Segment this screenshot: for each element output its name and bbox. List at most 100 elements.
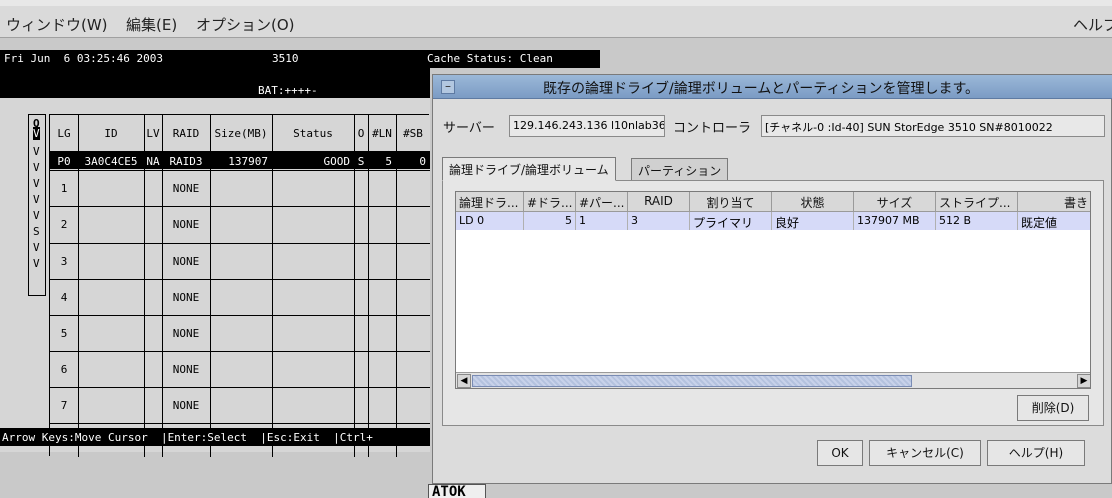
manage-drives-dialog: – 既存の論理ドライブ/論理ボリュームとパーティションを管理します。 サーバー … <box>432 74 1112 484</box>
cell: NONE <box>172 255 200 268</box>
cell: S <box>357 155 365 168</box>
menu-col-char: V <box>33 209 40 222</box>
col-assignment[interactable]: 割り当て <box>690 192 772 212</box>
col-ln: #LN <box>372 127 392 140</box>
menu-edit[interactable]: 編集(E) <box>126 14 177 35</box>
table-cell[interactable]: 512 B <box>936 212 1018 230</box>
drives-table[interactable]: 論理ドラ... #ドラ... #パー... RAID 割り当て 状態 サイズ ス… <box>455 191 1091 389</box>
scroll-thumb[interactable] <box>472 375 912 387</box>
col-sb: #SB <box>403 127 423 140</box>
table-row[interactable]: 6 NONE <box>50 352 430 388</box>
table-row[interactable]: 1 NONE <box>50 171 430 207</box>
terminal-model: 3510 <box>272 52 299 65</box>
menu-col-char: V <box>33 145 40 158</box>
terminal-key-help: Arrow Keys:Move Cursor |Enter:Select |Es… <box>0 428 430 446</box>
logical-drive-table[interactable]: LG ID LV RAID Size(MB) Status O #LN #SB … <box>49 114 430 457</box>
menu-options[interactable]: オプション(O) <box>196 14 295 35</box>
col-drives[interactable]: #ドラ... <box>524 192 576 212</box>
cell: 7 <box>60 399 68 412</box>
menu-col-char: V <box>33 177 40 190</box>
col-state[interactable]: 状態 <box>772 192 854 212</box>
table-cell[interactable]: LD 0 <box>456 212 524 230</box>
menu-col-char: V <box>33 257 40 270</box>
menu-help[interactable]: ヘルプ <box>1073 14 1112 35</box>
cell: 2 <box>60 218 68 231</box>
col-lv: LV <box>146 127 160 140</box>
col-o: O <box>357 127 365 140</box>
cell: 5 <box>60 327 68 340</box>
cell: NA <box>146 155 160 168</box>
table-cell[interactable]: 5 <box>524 212 576 230</box>
table-cell[interactable]: プライマリ <box>690 212 772 230</box>
terminal-menu-column[interactable]: Q V V V V V V S V V <box>28 114 46 296</box>
cell: 1 <box>60 182 68 195</box>
tab-logical-drives[interactable]: 論理ドライブ/論理ボリューム <box>442 157 616 181</box>
menu-col-char: V <box>33 241 40 254</box>
controller-label: コントローラ <box>673 121 752 136</box>
cell: NONE <box>172 182 200 195</box>
col-status: Status <box>293 127 333 140</box>
server-label: サーバー <box>443 121 495 136</box>
controller-field: [チャネル-0 :Id-40] SUN StorEdge 3510 SN#801… <box>761 115 1105 137</box>
dialog-titlebar[interactable]: – 既存の論理ドライブ/論理ボリュームとパーティションを管理します。 <box>433 75 1112 99</box>
col-lg: LG <box>57 127 71 140</box>
scroll-left-icon[interactable]: ◀ <box>457 374 471 388</box>
menu-window[interactable]: ウィンドウ(W) <box>6 14 108 35</box>
cache-status: Cache Status: Clean <box>425 50 600 68</box>
table-row[interactable]: 4 NONE <box>50 280 430 316</box>
terminal-date: Fri Jun 6 03:25:46 2003 <box>4 52 163 65</box>
terminal-battery: BAT:++++- <box>258 84 318 97</box>
ime-indicator[interactable]: ATOK <box>428 484 486 498</box>
cell: NONE <box>172 327 200 340</box>
ok-button[interactable]: OK <box>817 440 863 466</box>
cell: 3 <box>60 255 68 268</box>
cell: NONE <box>172 399 200 412</box>
col-raid: RAID <box>172 127 200 140</box>
cell: NONE <box>172 363 200 376</box>
tab-panel: 論理ドラ... #ドラ... #パー... RAID 割り当て 状態 サイズ ス… <box>442 180 1104 426</box>
col-size[interactable]: サイズ <box>854 192 936 212</box>
col-write[interactable]: 書き <box>1018 192 1090 212</box>
terminal-window: Fri Jun 6 03:25:46 2003 3510 BAT:++++- Q… <box>0 50 430 457</box>
cell: 0 <box>419 155 426 168</box>
cell: 6 <box>60 363 68 376</box>
table-cell[interactable]: 既定値 <box>1018 212 1090 230</box>
tab-partitions[interactable]: パーティション <box>631 158 729 180</box>
cell: 4 <box>60 291 68 304</box>
cancel-button[interactable]: キャンセル(C) <box>869 440 981 466</box>
dialog-title: 既存の論理ドライブ/論理ボリュームとパーティションを管理します。 <box>543 81 980 97</box>
scroll-right-icon[interactable]: ▶ <box>1077 374 1090 388</box>
menubar: ウィンドウ(W) 編集(E) オプション(O) ヘルプ <box>0 0 1112 38</box>
cell: P0 <box>57 155 71 168</box>
col-partitions[interactable]: #パー... <box>576 192 628 212</box>
table-row[interactable]: 7 NONE <box>50 388 430 424</box>
desktop: ウィンドウ(W) 編集(E) オプション(O) ヘルプ Fri Jun 6 03… <box>0 0 1112 498</box>
table-row[interactable]: 5 NONE <box>50 316 430 352</box>
cell: NONE <box>172 291 200 304</box>
cell: 3A0C4CE5 <box>84 155 138 168</box>
server-field: 129.146.243.136 l10nlab36 <box>509 115 665 137</box>
cell: 137907 <box>228 155 268 168</box>
col-stripe[interactable]: ストライプ... <box>936 192 1018 212</box>
menu-col-char: V <box>33 161 40 174</box>
col-id: ID <box>104 127 118 140</box>
table-cell[interactable]: 3 <box>628 212 690 230</box>
help-button[interactable]: ヘルプ(H) <box>987 440 1085 466</box>
table-row[interactable]: 2 NONE <box>50 207 430 244</box>
delete-button[interactable]: 削除(D) <box>1017 395 1089 421</box>
col-raid[interactable]: RAID <box>628 192 690 212</box>
cell: 5 <box>385 155 392 168</box>
cell: GOOD <box>323 155 351 168</box>
table-row[interactable]: 3 NONE <box>50 244 430 280</box>
col-logical-drive[interactable]: 論理ドラ... <box>456 192 524 212</box>
table-cell[interactable]: 良好 <box>772 212 854 230</box>
cell: NONE <box>172 218 200 231</box>
menu-col-char: V <box>33 193 40 206</box>
minimize-icon[interactable]: – <box>441 80 455 94</box>
horizontal-scrollbar[interactable]: ◀ ▶ <box>456 372 1090 388</box>
col-size: Size(MB) <box>214 127 268 140</box>
table-cell[interactable]: 137907 MB <box>854 212 936 230</box>
cell: RAID3 <box>169 155 203 168</box>
table-cell[interactable]: 1 <box>576 212 628 230</box>
table-row[interactable]: P0 3A0C4CE5 NA RAID3 137907 GOOD S 5 0 <box>50 152 430 171</box>
